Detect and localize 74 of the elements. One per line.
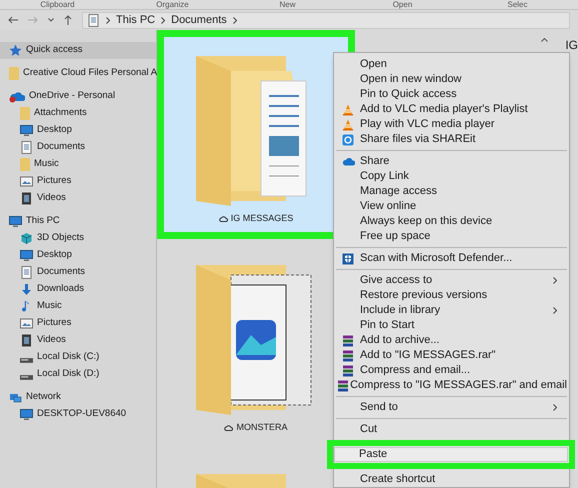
back-arrow-icon[interactable] [8, 16, 18, 24]
sidebar-item[interactable]: Pictures [0, 315, 156, 332]
down-arrow-icon [20, 283, 33, 296]
sidebar-item[interactable]: Quick access [0, 42, 156, 59]
sidebar-item[interactable]: Videos [0, 190, 156, 207]
menu-item[interactable]: Paste [334, 447, 568, 462]
shield-icon [342, 252, 354, 264]
picture-icon [20, 317, 33, 330]
document-icon [20, 141, 33, 154]
sidebar-item[interactable]: Attachments [0, 105, 156, 122]
film-icon [20, 334, 33, 347]
drive-icon [20, 374, 33, 380]
monitor-icon [20, 249, 33, 262]
film-icon [20, 192, 33, 205]
star-icon [9, 44, 22, 57]
details-title: IG [565, 37, 578, 54]
chevron-icon [232, 16, 237, 24]
sidebar-item[interactable]: Desktop [0, 122, 156, 139]
cloud-icon [342, 157, 354, 166]
books-icon [342, 364, 354, 376]
sidebar-item[interactable]: 3D Objects [0, 230, 156, 247]
sidebar-item[interactable]: DESKTOP-UEV8640 [0, 406, 156, 423]
sidebar-item[interactable]: Local Disk (C:) [0, 349, 156, 366]
breadcrumb[interactable]: Documents [171, 12, 227, 28]
ribbon-group-label: New [278, 0, 296, 9]
sidebar-item[interactable]: Pictures [0, 173, 156, 190]
folder-tile[interactable]: IG MESSAGES [164, 37, 348, 232]
books-icon [337, 380, 350, 392]
ribbon-group-label: Organize [155, 0, 190, 9]
menu-item[interactable]: Create shortcut [336, 472, 567, 487]
breadcrumb[interactable]: This PC [116, 12, 156, 28]
chevron-icon [161, 16, 166, 24]
up-arrow-icon[interactable] [64, 15, 72, 25]
ribbon-group-label: Selec [506, 0, 528, 9]
folder-name: MONSTERA [236, 421, 288, 434]
folder-name: IG MESSAGES [230, 212, 294, 225]
sidebar-item[interactable]: Creative Cloud Files Personal A [0, 65, 156, 82]
monitor-icon [9, 215, 22, 228]
sidebar-item[interactable]: Documents [0, 139, 156, 156]
scroll-up-icon[interactable] [541, 38, 548, 42]
monitor-icon [20, 408, 33, 421]
monitor-icon [20, 124, 33, 137]
folder-icon [9, 67, 19, 80]
sidebar-item[interactable]: Local Disk (D:) [0, 366, 156, 383]
menu-item[interactable]: Free up space [336, 229, 567, 244]
sidebar-item[interactable]: Music [0, 156, 156, 173]
sidebar-item[interactable]: Documents [0, 264, 156, 281]
books-icon [342, 350, 354, 362]
books-icon [342, 334, 354, 346]
cone-icon [342, 118, 354, 130]
sidebar-item[interactable]: Videos [0, 332, 156, 349]
cloud-icon [218, 216, 228, 222]
address-bar[interactable]: This PC Documents [82, 12, 570, 28]
cloud-icon [224, 424, 234, 431]
picture-icon [20, 175, 33, 188]
ribbon-group-label: Clipboard [39, 0, 76, 9]
sidebar-item[interactable]: Desktop [0, 247, 156, 264]
drive-icon [20, 358, 33, 362]
sidebar-item[interactable]: Network [0, 389, 156, 406]
chevron-down-icon[interactable] [48, 18, 54, 22]
cube-icon [20, 232, 33, 245]
sidebar-item[interactable]: This PC [0, 213, 156, 230]
sidebar-item[interactable]: Music [0, 298, 156, 315]
folder-icon [20, 107, 30, 120]
chevron-icon [106, 16, 110, 24]
sidebar-item[interactable]: OneDrive - Personal [0, 88, 156, 105]
cloud-icon [9, 90, 25, 102]
network-icon [9, 391, 22, 404]
document-icon [20, 266, 33, 279]
cone-icon [342, 104, 354, 116]
document-icon [87, 14, 100, 26]
sidebar-item[interactable]: Downloads [0, 281, 156, 298]
folder-icon [20, 158, 30, 171]
ribbon-group-label: Open [392, 0, 414, 9]
